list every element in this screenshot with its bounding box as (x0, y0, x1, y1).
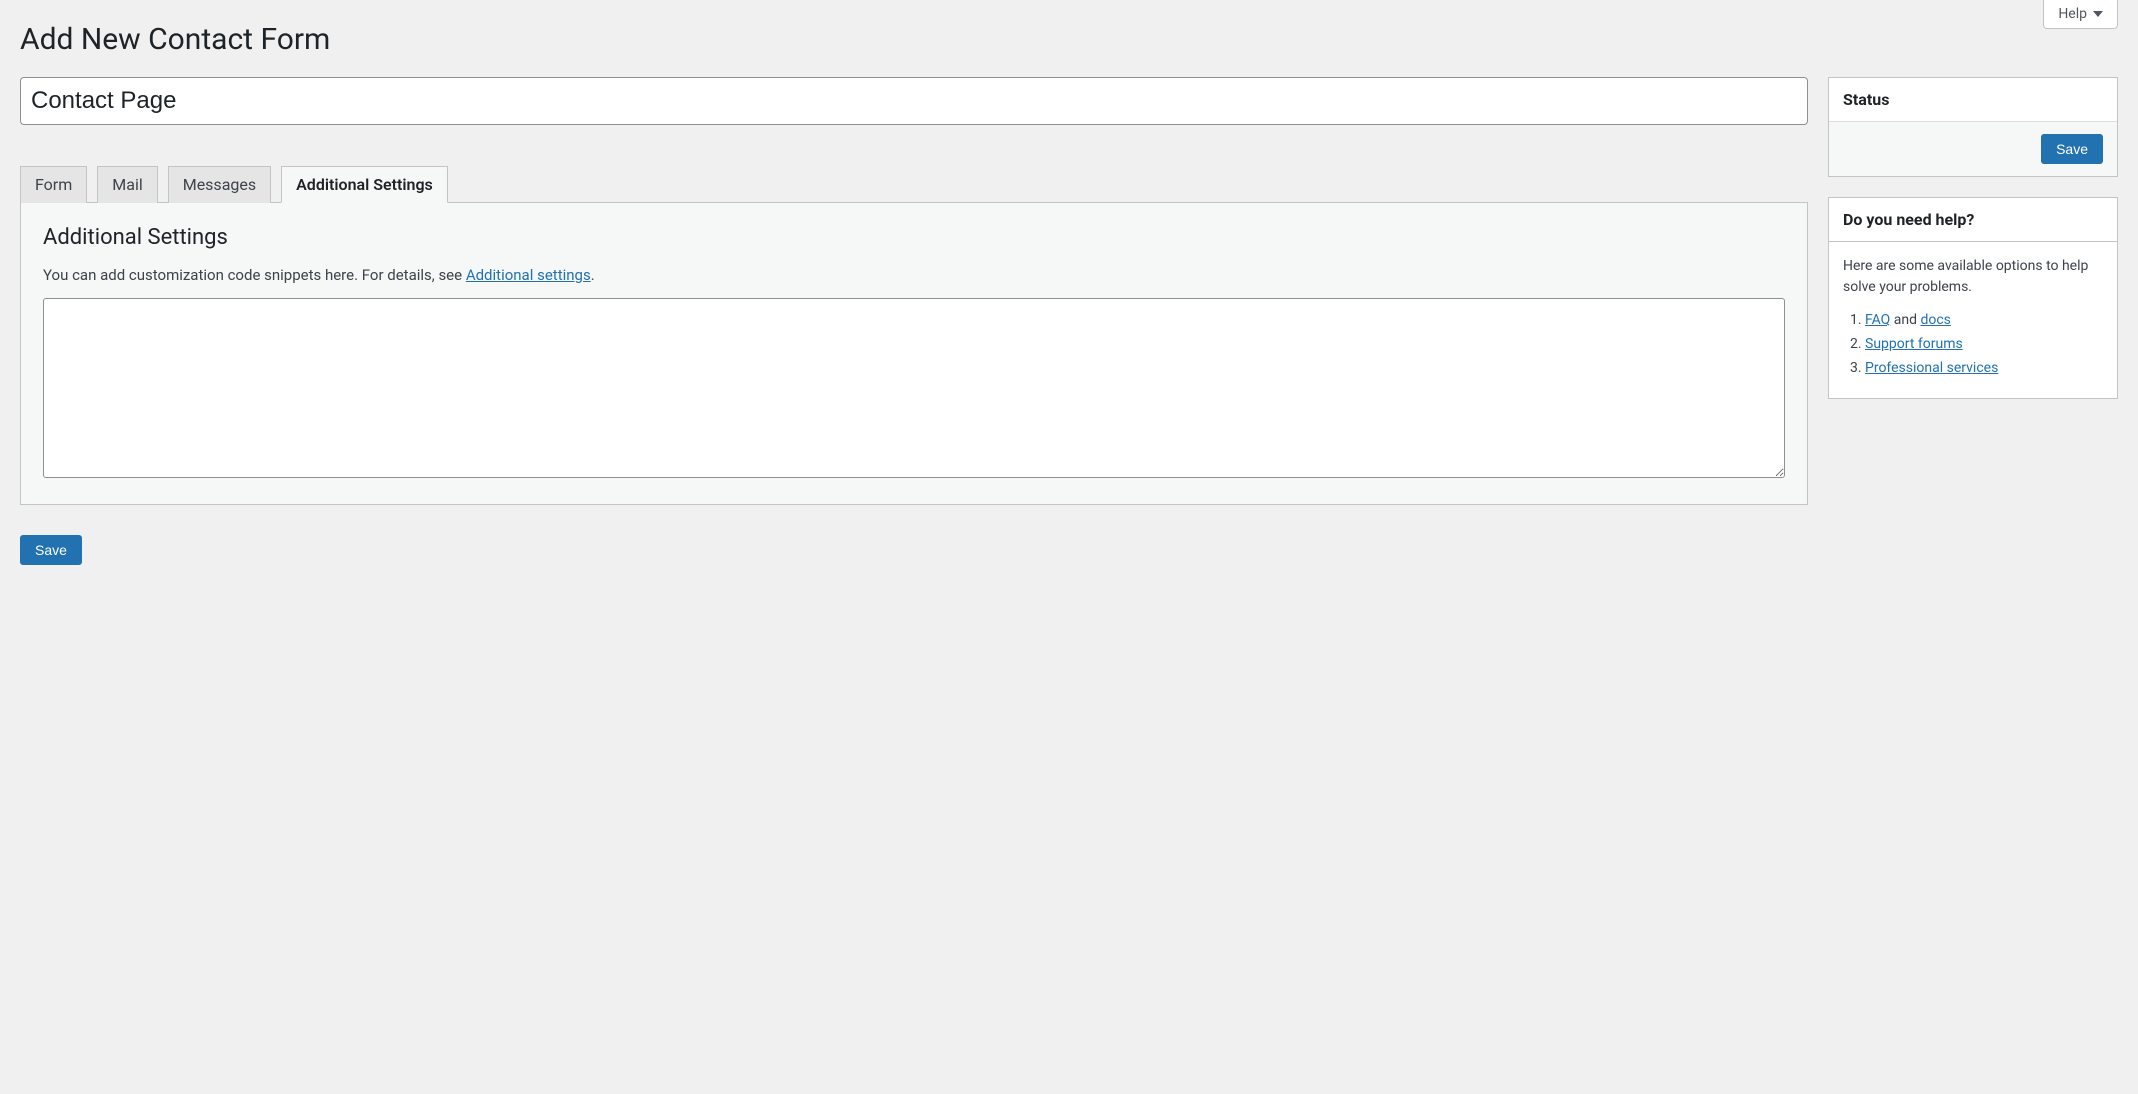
chevron-down-icon (2093, 11, 2103, 17)
status-box: Status Save (1828, 77, 2118, 177)
help-intro-text: Here are some available options to help … (1843, 256, 2103, 298)
panel-desc-suffix: . (591, 266, 595, 284)
and-text: and (1890, 312, 1920, 328)
help-item-support: Support forums (1865, 336, 2103, 352)
help-box: Do you need help? Here are some availabl… (1828, 197, 2118, 399)
save-button-bottom[interactable]: Save (20, 535, 82, 565)
tab-form[interactable]: Form (20, 166, 87, 203)
docs-link[interactable]: docs (1920, 312, 1950, 328)
help-item-faq-docs: FAQ and docs (1865, 312, 2103, 328)
faq-link[interactable]: FAQ (1865, 312, 1890, 328)
help-tab[interactable]: Help (2043, 0, 2118, 29)
status-box-title: Status (1843, 90, 2103, 109)
tab-additional-settings[interactable]: Additional Settings (281, 166, 448, 203)
help-item-pro: Professional services (1865, 360, 2103, 376)
tabs-bar: Form Mail Messages Additional Settings (20, 165, 1808, 202)
help-box-title: Do you need help? (1843, 210, 2103, 229)
help-tab-label: Help (2058, 6, 2087, 22)
support-forums-link[interactable]: Support forums (1865, 336, 1963, 352)
panel-description: You can add customization code snippets … (43, 266, 1785, 284)
save-button-sidebar[interactable]: Save (2041, 134, 2103, 164)
page-title: Add New Contact Form (20, 22, 2118, 57)
additional-settings-link[interactable]: Additional settings (466, 266, 591, 284)
panel-heading: Additional Settings (43, 225, 1785, 250)
help-list: FAQ and docs Support forums Professional… (1843, 312, 2103, 376)
tab-mail[interactable]: Mail (97, 166, 157, 203)
panel-desc-prefix: You can add customization code snippets … (43, 266, 466, 284)
form-title-input[interactable] (20, 77, 1808, 125)
additional-settings-textarea[interactable] (43, 298, 1785, 478)
tab-messages[interactable]: Messages (168, 166, 271, 203)
professional-services-link[interactable]: Professional services (1865, 360, 1998, 376)
additional-settings-panel: Additional Settings You can add customiz… (20, 202, 1808, 505)
